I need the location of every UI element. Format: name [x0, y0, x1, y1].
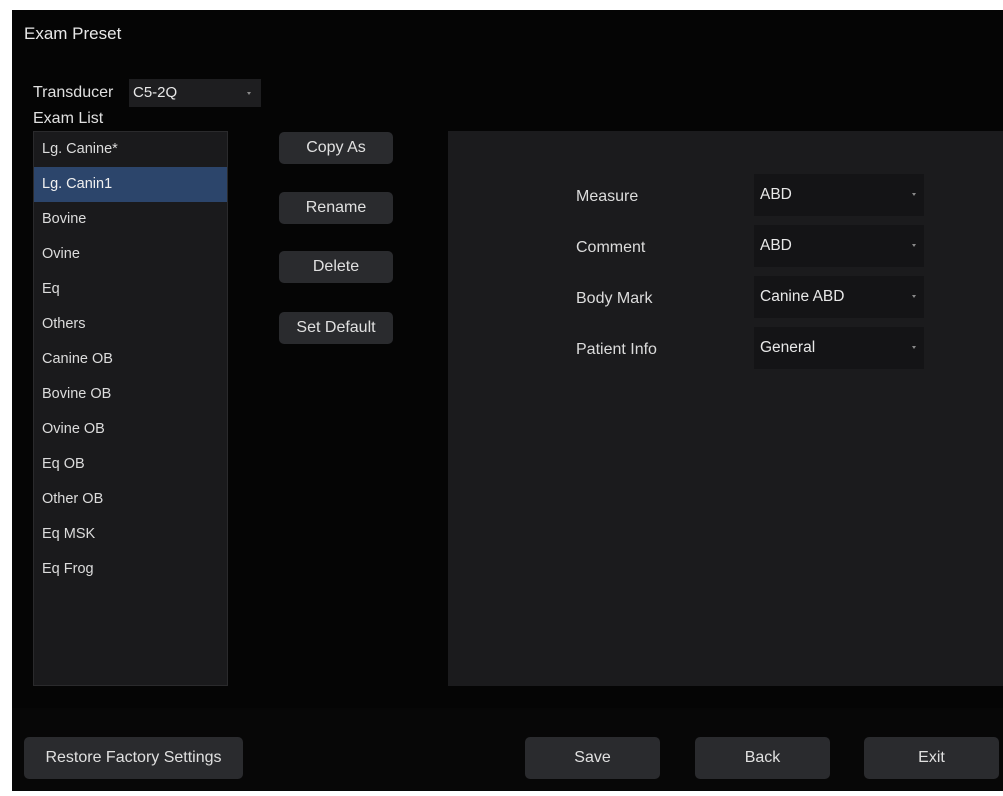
transducer-dropdown[interactable]: C5-2Q — [129, 79, 261, 107]
chevron-down-icon — [912, 295, 916, 298]
chevron-down-icon — [912, 193, 916, 196]
patient-info-dropdown[interactable]: General — [754, 327, 924, 369]
patient-info-label: Patient Info — [576, 341, 657, 358]
body-mark-label: Body Mark — [576, 290, 653, 307]
window-title: Exam Preset — [24, 24, 122, 43]
footer-bar: Restore Factory Settings Save Back Exit — [12, 708, 1003, 791]
preset-settings-panel: Measure ABD Comment ABD Body Mark Canine… — [448, 131, 1003, 686]
back-button[interactable]: Back — [695, 737, 830, 779]
comment-dropdown[interactable]: ABD — [754, 225, 924, 267]
exam-list-item[interactable]: Bovine — [34, 202, 227, 237]
rename-button[interactable]: Rename — [279, 192, 393, 224]
transducer-value: C5-2Q — [133, 84, 178, 101]
exam-list-item-selected[interactable]: Lg. Canin1 — [34, 167, 227, 202]
measure-value: ABD — [760, 186, 792, 203]
restore-factory-settings-button[interactable]: Restore Factory Settings — [24, 737, 243, 779]
patient-info-value: General — [760, 339, 816, 356]
chevron-down-icon — [912, 244, 916, 247]
set-default-button[interactable]: Set Default — [279, 312, 393, 344]
save-button[interactable]: Save — [525, 737, 660, 779]
chevron-down-icon — [247, 92, 251, 95]
body-mark-value: Canine ABD — [760, 288, 845, 305]
exam-list-item[interactable]: Others — [34, 307, 227, 342]
exam-list-item[interactable]: Eq — [34, 272, 227, 307]
delete-button[interactable]: Delete — [279, 251, 393, 283]
body-mark-dropdown[interactable]: Canine ABD — [754, 276, 924, 318]
exam-list-item[interactable]: Ovine OB — [34, 412, 227, 447]
transducer-label: Transducer — [33, 84, 114, 101]
exam-preset-window: Exam Preset Transducer C5-2Q Exam List L… — [12, 10, 1003, 791]
exam-list-item[interactable]: Ovine — [34, 237, 227, 272]
comment-label: Comment — [576, 239, 646, 256]
exit-button[interactable]: Exit — [864, 737, 999, 779]
exam-list[interactable]: Lg. Canine* Lg. Canin1 Bovine Ovine Eq O… — [33, 131, 228, 686]
exam-list-item[interactable]: Eq MSK — [34, 517, 227, 552]
copy-as-button[interactable]: Copy As — [279, 132, 393, 164]
exam-list-item[interactable]: Eq Frog — [34, 552, 227, 587]
exam-list-item[interactable]: Bovine OB — [34, 377, 227, 412]
chevron-down-icon — [912, 346, 916, 349]
exam-list-item[interactable]: Lg. Canine* — [34, 132, 227, 167]
exam-list-item[interactable]: Canine OB — [34, 342, 227, 377]
exam-list-item[interactable]: Other OB — [34, 482, 227, 517]
measure-label: Measure — [576, 188, 639, 205]
comment-value: ABD — [760, 237, 792, 254]
measure-dropdown[interactable]: ABD — [754, 174, 924, 216]
exam-list-item[interactable]: Eq OB — [34, 447, 227, 482]
exam-list-label: Exam List — [33, 110, 104, 127]
